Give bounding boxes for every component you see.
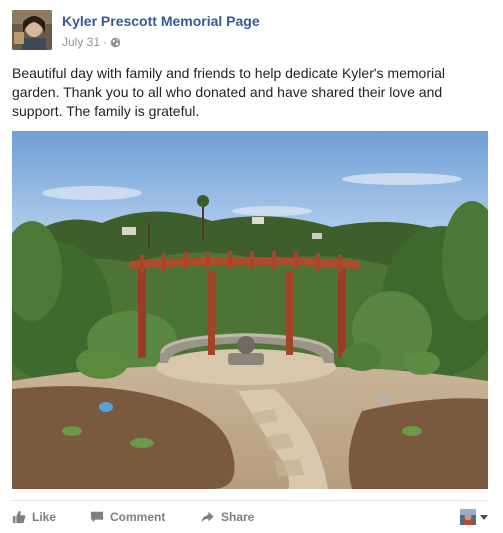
like-button[interactable]: Like	[12, 507, 56, 527]
garden-image	[12, 131, 488, 489]
globe-icon[interactable]	[110, 37, 121, 48]
post-text: Beautiful day with family and friends to…	[12, 65, 445, 119]
post-as-selector[interactable]	[460, 507, 488, 527]
speech-bubble-icon	[90, 511, 104, 523]
share-arrow-icon	[201, 511, 214, 523]
share-label: Share	[221, 510, 255, 524]
post-date[interactable]: July 31	[62, 35, 100, 49]
actions-divider	[12, 500, 488, 501]
avatar-photo-icon	[12, 10, 52, 50]
comment-button[interactable]: Comment	[90, 507, 165, 527]
thumbs-up-icon	[12, 510, 26, 524]
post-meta: July 31 ·	[62, 35, 121, 49]
post-header: Kyler Prescott Memorial Page July 31 ·	[12, 10, 492, 54]
post-actions-bar: Like Comment Share	[12, 503, 488, 531]
share-button[interactable]: Share	[200, 507, 254, 527]
page-avatar[interactable]	[12, 10, 52, 50]
memorial-garden-photo[interactable]	[12, 131, 488, 489]
like-label: Like	[32, 510, 57, 524]
meta-separator: ·	[103, 35, 108, 49]
chevron-down-icon	[480, 514, 488, 520]
profile-thumbnail-icon	[460, 509, 476, 525]
comment-label: Comment	[110, 510, 166, 524]
page-name-link[interactable]: Kyler Prescott Memorial Page	[62, 13, 260, 29]
post-card: Kyler Prescott Memorial Page July 31 · B…	[0, 0, 503, 533]
